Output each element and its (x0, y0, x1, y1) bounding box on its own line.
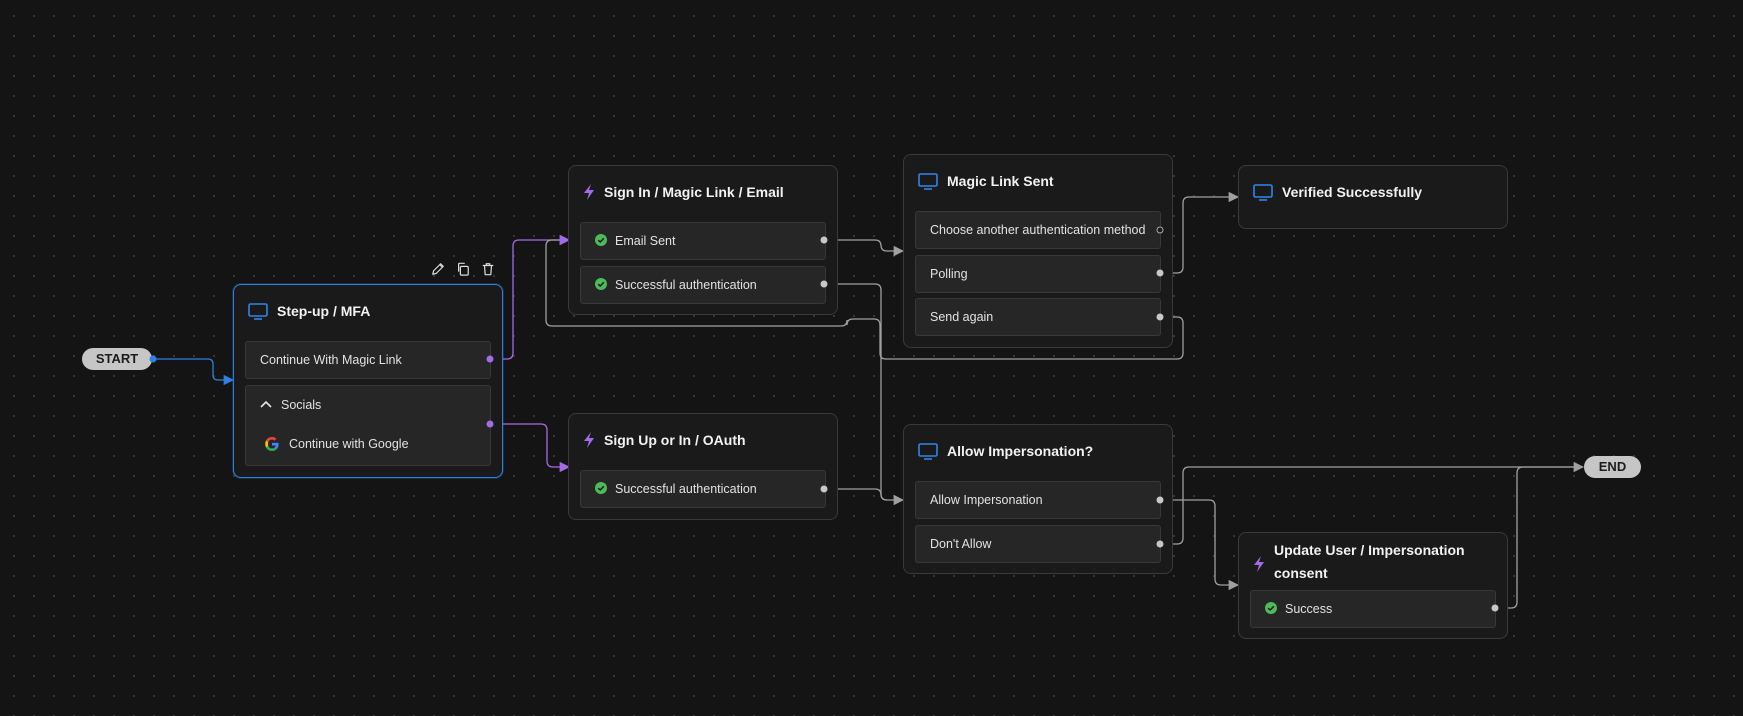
node-title-line2: consent (1274, 565, 1328, 581)
node-header: Sign Up or In / OAuth (583, 428, 825, 452)
port-send-again[interactable] (1156, 313, 1164, 321)
row-label: Allow Impersonation (930, 493, 1043, 507)
node-stepup-mfa[interactable]: Step-up / MFA Continue With Magic Link S… (233, 284, 503, 478)
port-signin-success[interactable] (820, 280, 828, 288)
row-successful-authentication[interactable]: Successful authentication (580, 266, 826, 304)
node-toolbar (430, 261, 496, 277)
row-continue-magic-link[interactable]: Continue With Magic Link (245, 341, 491, 379)
group-socials[interactable]: Socials Continue with Google (245, 385, 491, 466)
node-header: Verified Successfully (1253, 180, 1495, 204)
group-label: Socials (281, 398, 322, 412)
check-circle-icon (595, 233, 615, 249)
node-update-user-consent[interactable]: Update User / Impersonation consent Succ… (1238, 532, 1508, 639)
monitor-icon (918, 442, 938, 460)
chevron-up-icon (260, 400, 272, 410)
node-title-line1: Update User / Impersonation (1274, 542, 1465, 558)
monitor-icon (248, 302, 268, 320)
node-allow-impersonation[interactable]: Allow Impersonation? Allow Impersonation… (903, 424, 1173, 574)
monitor-icon (1253, 183, 1273, 201)
node-header: Magic Link Sent (918, 169, 1160, 193)
row-label: Successful authentication (615, 278, 757, 292)
row-choose-another-method[interactable]: Choose another authentication method (915, 211, 1161, 249)
row-label: Polling (930, 267, 968, 281)
row-label: Don't Allow (930, 537, 992, 551)
node-title: Step-up / MFA (277, 302, 371, 319)
duplicate-icon[interactable] (455, 261, 471, 277)
edit-icon[interactable] (430, 261, 446, 277)
edge-success-to-end (1495, 466, 1583, 609)
port-choose-another[interactable] (1156, 226, 1164, 234)
start-port[interactable] (149, 355, 157, 363)
row-label: Email Sent (615, 234, 676, 248)
row-label: Successful authentication (615, 482, 757, 496)
port-dont-allow[interactable] (1156, 540, 1164, 548)
edge-start-to-stepup (153, 358, 235, 386)
row-label: Send again (930, 310, 994, 324)
node-title: Verified Successfully (1282, 183, 1423, 200)
port-allow-impersonation[interactable] (1156, 496, 1164, 504)
check-circle-icon (1265, 601, 1285, 617)
node-header: Update User / Impersonation consent (1253, 539, 1497, 585)
port-email-sent[interactable] (820, 236, 828, 244)
node-header: Step-up / MFA (248, 299, 490, 323)
port-socials[interactable] (486, 420, 494, 428)
start-node[interactable]: START (82, 348, 152, 370)
node-verified-successfully[interactable]: Verified Successfully (1238, 165, 1508, 229)
node-header: Sign In / Magic Link / Email (583, 180, 825, 204)
google-icon (264, 436, 280, 452)
node-title: Magic Link Sent (947, 172, 1054, 189)
node-title-block: Update User / Impersonation consent (1274, 539, 1465, 585)
node-title: Sign Up or In / OAuth (604, 431, 746, 448)
row-polling[interactable]: Polling (915, 255, 1161, 293)
port-success[interactable] (1491, 604, 1499, 612)
node-magic-link-sent[interactable]: Magic Link Sent Choose another authentic… (903, 154, 1173, 348)
row-label: Continue With Magic Link (260, 353, 402, 367)
node-signin-magic-link[interactable]: Sign In / Magic Link / Email Email Sent … (568, 165, 838, 315)
group-header[interactable]: Socials (260, 398, 321, 412)
check-circle-icon (595, 277, 615, 293)
node-signup-oauth[interactable]: Sign Up or In / OAuth Successful authent… (568, 413, 838, 520)
row-successful-authentication[interactable]: Successful authentication (580, 470, 826, 508)
end-node[interactable]: END (1584, 456, 1641, 478)
node-title: Allow Impersonation? (947, 442, 1094, 459)
google-option[interactable]: Continue with Google (264, 436, 409, 452)
node-header: Allow Impersonation? (918, 439, 1160, 463)
row-allow-impersonation[interactable]: Allow Impersonation (915, 481, 1161, 519)
row-send-again[interactable]: Send again (915, 298, 1161, 336)
row-email-sent[interactable]: Email Sent (580, 222, 826, 260)
flow-canvas[interactable]: START END Step-up / MFA Continue With Ma… (0, 0, 1743, 716)
row-label: Success (1285, 602, 1333, 616)
bolt-icon (583, 431, 595, 449)
row-success[interactable]: Success (1250, 590, 1496, 628)
node-title: Sign In / Magic Link / Email (604, 183, 784, 200)
row-label: Choose another authentication method (930, 223, 1146, 237)
row-dont-allow[interactable]: Don't Allow (915, 525, 1161, 563)
bolt-icon (1253, 555, 1265, 573)
port-magic-link[interactable] (486, 355, 494, 363)
check-circle-icon (595, 481, 615, 497)
delete-icon[interactable] (480, 261, 496, 277)
monitor-icon (918, 172, 938, 190)
port-oauth-success[interactable] (820, 485, 828, 493)
port-polling[interactable] (1156, 269, 1164, 277)
bolt-icon (583, 183, 595, 201)
google-label: Continue with Google (289, 437, 409, 451)
